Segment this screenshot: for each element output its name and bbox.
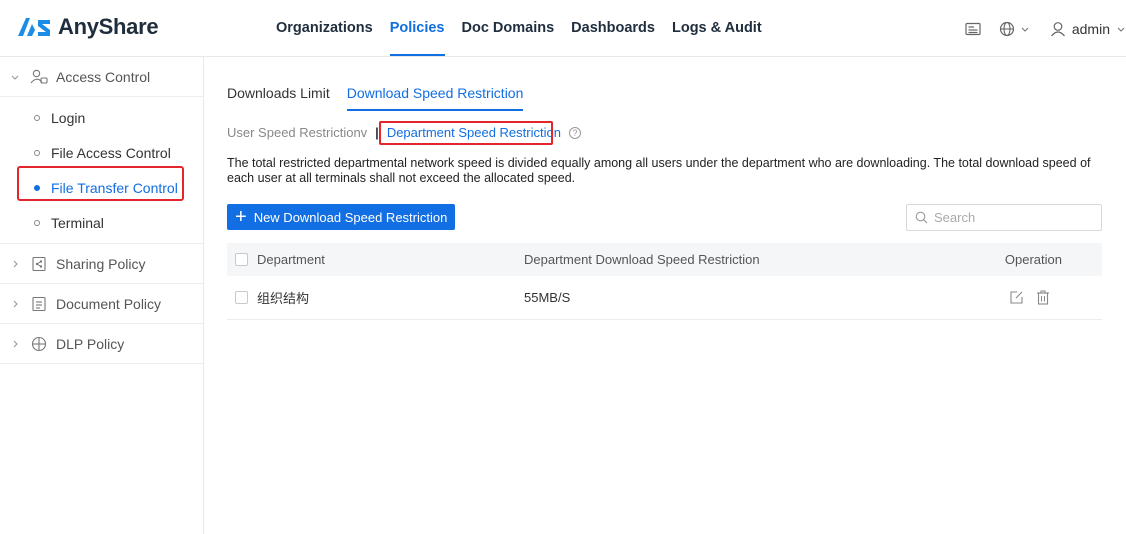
sidebar-group-label: Sharing Policy <box>56 255 146 272</box>
access-control-submenu: Login File Access Control File Transfer … <box>0 100 203 244</box>
document-icon <box>30 295 48 313</box>
search-icon <box>915 211 928 224</box>
description-text: The total restricted departmental networ… <box>227 156 1091 185</box>
brand-logo[interactable]: AnyShare <box>18 14 159 40</box>
bullet-icon <box>34 184 40 191</box>
nav-organizations[interactable]: Organizations <box>276 0 373 57</box>
tab-downloads-limit[interactable]: Downloads Limit <box>227 85 330 111</box>
sidebar-item-terminal[interactable]: Terminal <box>0 205 203 240</box>
sidebar-item-label: Terminal <box>51 214 104 231</box>
share-doc-icon <box>30 255 48 273</box>
sidebar-group-label: DLP Policy <box>56 335 125 352</box>
restriction-table: Department Department Download Speed Res… <box>227 243 1102 320</box>
user-shield-icon <box>30 68 48 86</box>
search-input[interactable] <box>934 210 1084 225</box>
top-header: AnyShare Organizations Policies Doc Doma… <box>0 0 1126 57</box>
new-download-speed-restriction-button[interactable]: + New Download Speed Restriction <box>227 204 456 230</box>
search-box[interactable] <box>906 204 1102 231</box>
delete-trash-icon[interactable] <box>1036 290 1050 305</box>
column-header: Operation <box>1004 252 1062 267</box>
sidebar-group-label: Access Control <box>56 68 151 85</box>
sidebar-group-sharing-policy[interactable]: Sharing Policy <box>0 244 203 284</box>
chevron-right-icon <box>10 339 22 349</box>
row-checkbox[interactable] <box>235 291 248 304</box>
plus-icon: + <box>235 206 247 228</box>
chevron-right-icon <box>10 259 22 269</box>
chevron-down-icon <box>10 72 22 82</box>
sidebar-item-label: Login <box>51 109 86 126</box>
sidebar-group-document-policy[interactable]: Document Policy <box>0 284 203 324</box>
subtab-separator: | <box>375 125 379 140</box>
header-actions: admin <box>965 0 1126 57</box>
user-menu[interactable]: admin <box>1050 21 1126 37</box>
tab-download-speed-restriction[interactable]: Download Speed Restriction <box>346 85 524 111</box>
button-label: New Download Speed Restriction <box>253 209 448 225</box>
sidebar-group-access-control[interactable]: Access Control <box>0 57 203 97</box>
user-icon <box>1050 21 1065 36</box>
chevron-down-icon <box>1117 27 1125 32</box>
bullet-icon <box>34 219 40 226</box>
subtab-user-speed-restriction[interactable]: User Speed Restrictionv <box>227 125 367 140</box>
sidebar-item-file-access-control[interactable]: File Access Control <box>0 135 203 170</box>
nav-doc-domains[interactable]: Doc Domains <box>462 0 555 57</box>
chevron-down-icon <box>1021 27 1029 32</box>
sidebar: Access Control Login File Access Control… <box>0 57 204 534</box>
column-department: Department <box>227 252 524 267</box>
nav-policies[interactable]: Policies <box>389 0 445 57</box>
subtab-department-speed-restriction[interactable]: Department Speed Restriction <box>387 125 561 140</box>
edit-icon[interactable] <box>1009 290 1024 305</box>
table-row: 组织结构 55MB/S <box>227 276 1102 320</box>
sidebar-item-label: File Access Control <box>51 144 171 161</box>
language-globe-icon[interactable] <box>999 21 1030 37</box>
top-nav: Organizations Policies Doc Domains Dashb… <box>276 0 779 57</box>
help-icon[interactable]: ? <box>568 126 581 139</box>
cell-department: 组织结构 <box>227 288 524 307</box>
policy-tabs: Downloads Limit Download Speed Restricti… <box>227 85 540 111</box>
table-header: Department Department Download Speed Res… <box>227 243 1102 276</box>
sidebar-item-label: File Transfer Control <box>51 179 178 196</box>
main-content: Downloads Limit Download Speed Restricti… <box>227 57 1104 534</box>
nav-logs-audit[interactable]: Logs & Audit <box>672 0 762 57</box>
sidebar-item-login[interactable]: Login <box>0 100 203 135</box>
cell-speed: 55MB/S <box>524 290 571 305</box>
dlp-shield-icon <box>30 335 48 353</box>
column-header: Department <box>257 252 325 267</box>
sidebar-group-label: Document Policy <box>56 295 162 312</box>
department-name: 组织结构 <box>257 291 310 306</box>
column-header: Department Download Speed Restriction <box>524 252 760 267</box>
nav-dashboards[interactable]: Dashboards <box>571 0 655 57</box>
bullet-icon <box>34 149 40 156</box>
bullet-icon <box>34 114 40 121</box>
brand-name: AnyShare <box>58 14 159 39</box>
sidebar-item-file-transfer-control[interactable]: File Transfer Control <box>0 170 203 205</box>
anyshare-logo-icon <box>18 18 50 36</box>
id-card-icon[interactable] <box>965 22 981 36</box>
sidebar-group-dlp-policy[interactable]: DLP Policy <box>0 324 203 364</box>
chevron-right-icon <box>10 299 22 309</box>
select-all-checkbox[interactable] <box>235 253 248 266</box>
admin-username: admin <box>1071 20 1110 37</box>
subtabs: User Speed Restrictionv | Department Spe… <box>227 125 581 140</box>
cell-operation <box>994 290 1102 305</box>
